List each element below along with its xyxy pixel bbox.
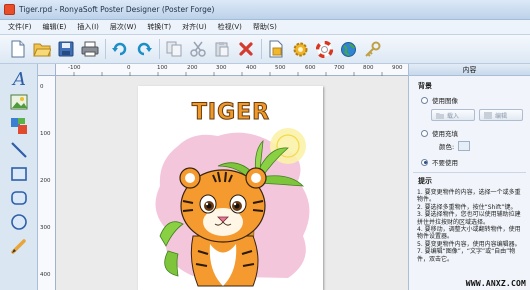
- rounded-rectangle-icon[interactable]: [9, 188, 29, 208]
- edit-button[interactable]: 编辑: [479, 109, 523, 121]
- help-icon[interactable]: [314, 39, 334, 59]
- poster-title[interactable]: TIGER: [186, 100, 276, 126]
- tip-4: 4. 要移动，调整大小或翻转物件，使用物件设置器。: [417, 226, 521, 241]
- color-row: 颜色:: [439, 141, 530, 151]
- toolbar-separator: [159, 39, 160, 59]
- color-swatch[interactable]: [458, 141, 471, 151]
- open-icon[interactable]: [32, 39, 52, 59]
- save-icon[interactable]: [56, 39, 76, 59]
- menu-insert[interactable]: 插入(I): [77, 22, 99, 32]
- edit-button-label: 编辑: [495, 112, 508, 120]
- ruler-tick-label: 100: [40, 131, 51, 137]
- use-image-option[interactable]: 使用图像: [421, 95, 530, 105]
- menu-file[interactable]: 文件(F): [8, 22, 32, 32]
- redo-icon[interactable]: [134, 39, 154, 59]
- ruler-tick-label: 300: [40, 225, 51, 231]
- vertical-ruler[interactable]: 0 100 200 300 400: [38, 76, 56, 290]
- ruler-tick-label: 700: [334, 65, 345, 71]
- edit-icon: [484, 111, 492, 119]
- image-icon[interactable]: [9, 92, 29, 112]
- design-canvas[interactable]: TIGER: [56, 76, 408, 290]
- content-panel: 内容 背景 使用图像 载入 编辑 使用充填 颜色: 不要使用 提示 1. 要变更…: [408, 64, 530, 290]
- svg-text:A: A: [11, 69, 26, 87]
- no-background-label: 不要使用: [432, 159, 458, 167]
- window-title: Tiger.rpd - RonyaSoft Poster Designer (P…: [19, 5, 215, 14]
- ruler-tick-label: 400: [246, 65, 257, 71]
- poster-page[interactable]: TIGER: [138, 86, 323, 290]
- watermark: WWW.ANXZ.COM: [465, 279, 526, 288]
- ruler-tick-label: 100: [157, 65, 168, 71]
- object-toolbar: A: [0, 64, 38, 290]
- menu-edit[interactable]: 编辑(E): [43, 22, 67, 32]
- image-buttons: 载入 编辑: [431, 109, 530, 121]
- ruler-tick-label: 0: [40, 84, 44, 90]
- clipart-icon[interactable]: [9, 116, 29, 136]
- web-icon[interactable]: [338, 39, 358, 59]
- app-icon: [4, 4, 15, 15]
- menu-transform[interactable]: 转换(T): [147, 22, 171, 32]
- divider: [413, 172, 526, 173]
- main-toolbar: [0, 35, 530, 64]
- use-image-radio[interactable]: [421, 96, 428, 104]
- toolbar-separator: [105, 39, 106, 59]
- ruler-tick-label: 0: [127, 65, 131, 71]
- ruler-tick-label: 800: [363, 65, 374, 71]
- ruler-tick-label: 200: [187, 65, 198, 71]
- ruler-tick-label: 200: [40, 178, 51, 184]
- tip-1: 1. 要变更物件的内容，选择一个或多重物件。: [417, 189, 521, 204]
- ruler-tick-label: 500: [275, 65, 286, 71]
- ruler-tick-label: 400: [40, 272, 51, 278]
- ruler-corner: [38, 64, 56, 76]
- menu-view[interactable]: 检视(V): [218, 22, 242, 32]
- ruler-tick-label: 600: [305, 65, 316, 71]
- ruler-tick-label: -100: [68, 65, 81, 71]
- copy-icon[interactable]: [164, 39, 184, 59]
- menu-align[interactable]: 对齐(U): [182, 22, 207, 32]
- toolbar-separator: [261, 39, 262, 59]
- delete-icon[interactable]: [236, 39, 256, 59]
- key-icon[interactable]: [362, 39, 382, 59]
- background-section-title: 背景: [418, 82, 432, 90]
- text-icon[interactable]: A: [9, 68, 29, 88]
- use-fill-radio[interactable]: [421, 129, 428, 137]
- line-icon[interactable]: [9, 140, 29, 160]
- use-image-label: 使用图像: [432, 97, 458, 105]
- menu-help[interactable]: 帮助(S): [253, 22, 277, 32]
- print-icon[interactable]: [80, 39, 100, 59]
- ellipse-icon[interactable]: [9, 212, 29, 232]
- no-background-radio[interactable]: [421, 158, 428, 166]
- ruler-tick-label: 300: [216, 65, 227, 71]
- new-icon[interactable]: [8, 39, 28, 59]
- rectangle-icon[interactable]: [9, 164, 29, 184]
- load-button-label: 载入: [447, 112, 460, 120]
- tip-3: 3. 要选择物件，您也可以使用辅助拉建拼住并拉按财的区域选择。: [417, 211, 521, 226]
- paste-icon[interactable]: [212, 39, 232, 59]
- horizontal-ruler[interactable]: -100 0 100 200 300 400 500 600 700 800 9…: [56, 64, 408, 76]
- load-button[interactable]: 载入: [431, 109, 475, 121]
- cut-icon[interactable]: [188, 39, 208, 59]
- use-fill-label: 使用充填: [432, 130, 458, 138]
- no-background-option[interactable]: 不要使用: [421, 157, 530, 167]
- page-setup-icon[interactable]: [266, 39, 286, 59]
- pencil-icon[interactable]: [9, 236, 29, 256]
- folder-icon: [436, 112, 444, 119]
- use-fill-option[interactable]: 使用充填: [421, 128, 530, 138]
- tips-title: 提示: [418, 177, 432, 185]
- color-label: 颜色:: [439, 143, 455, 151]
- undo-icon[interactable]: [110, 39, 130, 59]
- title-bar: Tiger.rpd - RonyaSoft Poster Designer (P…: [0, 0, 530, 20]
- menu-bar: 文件(F) 编辑(E) 插入(I) 层次(W) 转换(T) 对齐(U) 检视(V…: [0, 20, 530, 35]
- panel-header: 内容: [409, 64, 530, 76]
- menu-layer[interactable]: 层次(W): [110, 22, 136, 32]
- tip-7: 7. 要编辑“图像”，“文字”或“自由”物件，双击它。: [417, 248, 516, 263]
- settings-icon[interactable]: [290, 39, 310, 59]
- ruler-tick-label: 900: [392, 65, 403, 71]
